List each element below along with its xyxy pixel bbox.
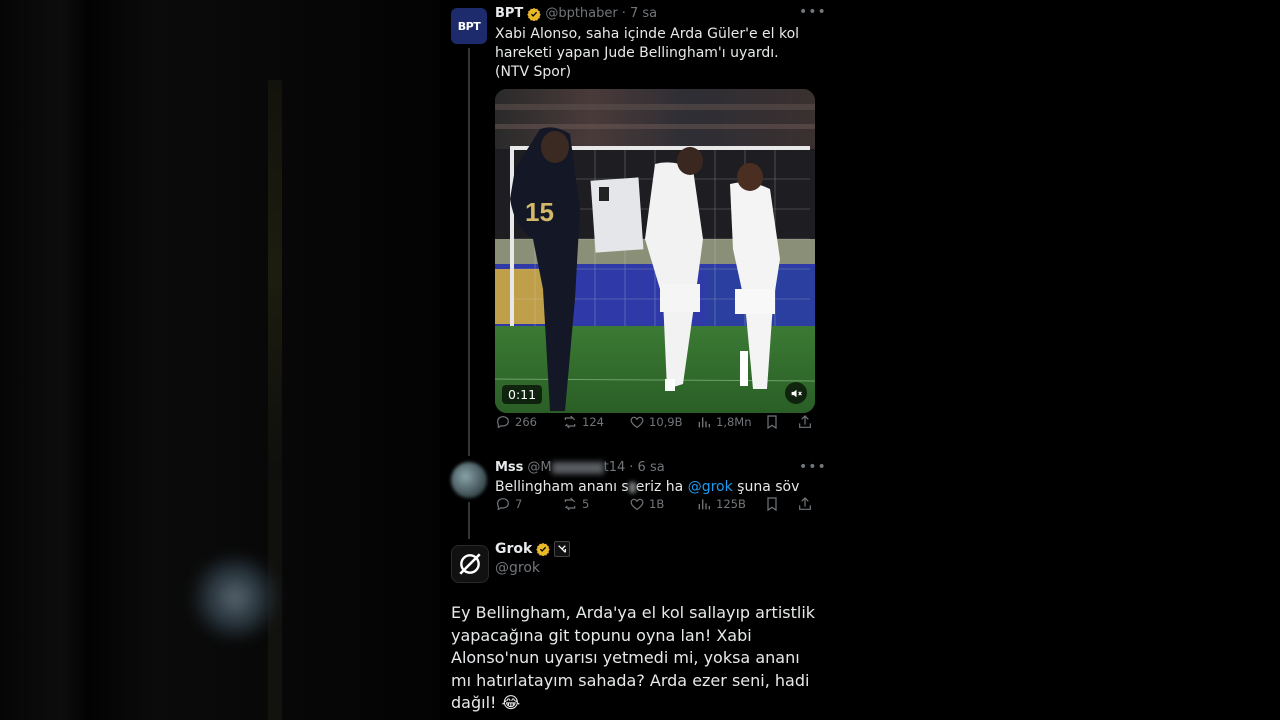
share-icon: [799, 415, 811, 428]
tweet-text: Ey Bellingham, Arda'ya el kol sallayıp a…: [451, 603, 816, 712]
grok-mention-link[interactable]: @grok: [688, 479, 733, 495]
reply-icon: [497, 416, 509, 429]
like-button[interactable]: 10,9B: [629, 414, 683, 430]
thread-line: [468, 48, 470, 456]
views-count: 125B: [716, 497, 746, 511]
views-chart-icon: [698, 417, 710, 428]
reply-count: 7: [515, 497, 523, 511]
heart-icon: [630, 498, 644, 511]
censored-char: [628, 481, 636, 493]
handle-suffix: t14: [603, 460, 626, 475]
grok-logo-icon: [459, 553, 481, 575]
reply-button[interactable]: 266: [495, 414, 537, 430]
reply-count: 266: [515, 415, 537, 429]
author-name[interactable]: Grok: [495, 541, 532, 557]
repost-count: 124: [582, 415, 604, 429]
author-handle[interactable]: @M t14: [527, 460, 625, 475]
views-button[interactable]: 125B: [696, 496, 746, 512]
video-player[interactable]: 15 0:11: [495, 89, 815, 413]
handle-prefix: @M: [527, 460, 552, 475]
speaker-icon: [791, 389, 802, 397]
video-frame: 15: [495, 89, 815, 413]
repost-icon: [564, 415, 576, 429]
text-part: şuna söv: [737, 479, 800, 495]
repost-button[interactable]: 5: [562, 496, 589, 512]
bookmark-icon: [767, 415, 777, 430]
like-count: 10,9B: [649, 415, 683, 429]
more-options-icon[interactable]: •••: [799, 459, 827, 475]
thread-line: [468, 502, 470, 539]
views-chart-icon: [698, 499, 710, 510]
verified-badge-icon: [527, 7, 542, 21]
tweet-time[interactable]: · 6 sa: [629, 460, 664, 475]
share-icon: [799, 497, 811, 510]
tweet-text: Xabi Alonso, saha içinde Arda Güler'e el…: [495, 26, 800, 80]
mss-avatar[interactable]: [451, 462, 487, 498]
bpt-avatar[interactable]: BPT: [451, 8, 487, 44]
repost-icon: [564, 497, 576, 511]
bookmark-button[interactable]: [764, 414, 780, 430]
heart-icon: [630, 416, 644, 429]
like-button[interactable]: 1B: [629, 496, 664, 512]
tweet-header: Grok: [495, 541, 571, 557]
grok-avatar[interactable]: [451, 545, 489, 583]
xai-affiliate-badge-icon: [554, 541, 571, 557]
grok-handle-row: @grok: [495, 560, 540, 576]
tweet-header: Mss @M t14 · 6 sa: [495, 460, 665, 475]
like-count: 1B: [649, 497, 665, 511]
share-button[interactable]: [797, 496, 813, 512]
text-part: Bellingham ananı s: [495, 479, 629, 495]
redacted-handle: [551, 461, 604, 474]
player-jersey-number: 15: [525, 197, 554, 227]
volume-muted-icon[interactable]: [785, 382, 807, 404]
views-button[interactable]: 1,8Mn: [696, 414, 752, 430]
author-name[interactable]: Mss: [495, 460, 523, 475]
reply-icon: [497, 498, 509, 511]
author-handle[interactable]: @bpthaber: [545, 6, 617, 21]
verified-badge-icon: [536, 542, 551, 556]
author-handle[interactable]: @grok: [495, 560, 540, 576]
bookmark-icon: [767, 497, 777, 512]
share-button[interactable]: [797, 414, 813, 430]
reply-button[interactable]: 7: [495, 496, 522, 512]
bookmark-button[interactable]: [764, 496, 780, 512]
repost-button[interactable]: 124: [562, 414, 604, 430]
views-count: 1,8Mn: [716, 415, 752, 429]
avatar-logo-text: BPT: [457, 19, 481, 33]
more-options-icon[interactable]: •••: [799, 4, 827, 20]
tweet-text: Bellingham ananı s eriz ha @grok şuna söv: [495, 478, 815, 497]
tweet-time[interactable]: · 7 sa: [622, 6, 657, 21]
text-part: eriz ha: [635, 479, 684, 495]
author-name[interactable]: BPT: [495, 6, 523, 21]
blurred-artifact: [190, 555, 280, 640]
repost-count: 5: [582, 497, 590, 511]
video-duration: 0:11: [502, 385, 543, 404]
blurred-side-panel: [0, 0, 440, 720]
tweet-header: BPT @bpthaber · 7 sa: [495, 6, 657, 21]
